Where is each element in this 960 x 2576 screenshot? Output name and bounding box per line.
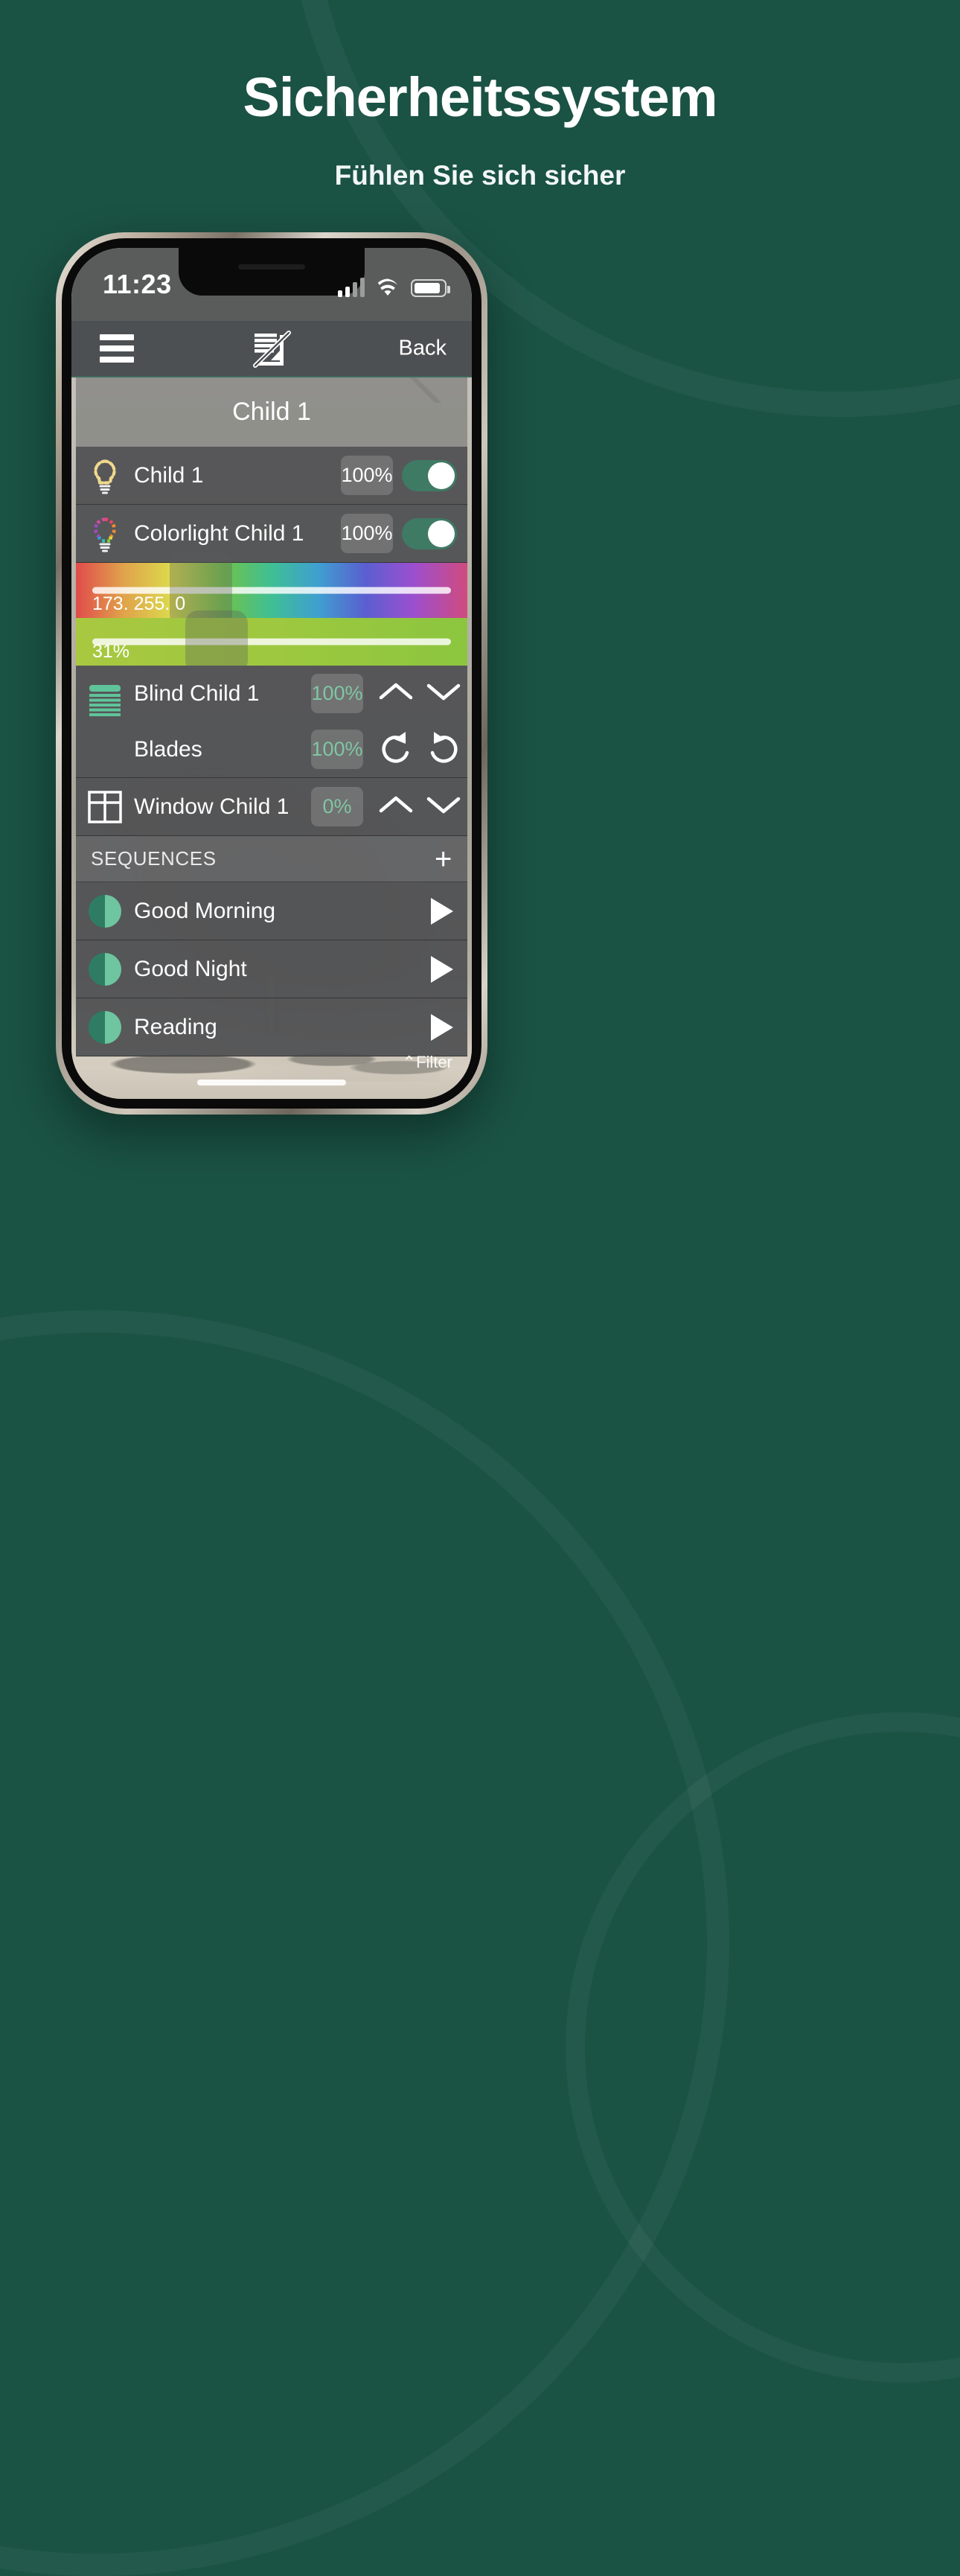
- battery-icon: [411, 279, 450, 297]
- chevron-down-icon[interactable]: [420, 792, 467, 821]
- app-nav-bar: Back: [71, 321, 472, 377]
- blind-value-badge[interactable]: 100%: [311, 674, 363, 713]
- blind-icon: [76, 666, 134, 777]
- sequence-name: Good Night: [134, 956, 247, 981]
- wifi-icon: [375, 278, 400, 297]
- window-row[interactable]: Window Child 1 0%: [76, 778, 467, 836]
- play-icon[interactable]: [415, 895, 467, 928]
- rotate-right-icon[interactable]: [420, 730, 467, 768]
- filter-text: Filter: [416, 1053, 452, 1071]
- rotate-left-icon[interactable]: [372, 730, 420, 768]
- cellular-signal-icon: [338, 278, 365, 297]
- sequence-row[interactable]: Good Night: [76, 940, 467, 998]
- blind-label: Blind Child 1: [134, 680, 260, 706]
- sequence-row[interactable]: Reading: [76, 998, 467, 1056]
- pie-progress-icon: [76, 893, 134, 929]
- window-label: Window Child 1: [134, 794, 289, 819]
- filter-caret-icon: ⌃: [402, 1053, 417, 1071]
- filter-label[interactable]: ⌃Filter: [403, 1053, 452, 1072]
- device-name: Child 1: [134, 462, 204, 488]
- pie-progress-icon: [76, 1010, 134, 1045]
- window-value-badge[interactable]: 0%: [311, 787, 363, 826]
- chevron-down-icon[interactable]: [420, 679, 467, 708]
- slider-knob[interactable]: [185, 610, 249, 673]
- color-bulb-icon: [76, 514, 134, 553]
- device-value-badge[interactable]: 100%: [341, 456, 393, 495]
- blades-label: Blades: [134, 736, 202, 762]
- hamburger-menu-icon[interactable]: [100, 329, 134, 368]
- card-header-title: Child 1: [76, 377, 467, 447]
- sequences-section-header: SEQUENCES +: [76, 836, 467, 882]
- background-swoosh-3: [566, 1712, 960, 2382]
- device-toggle[interactable]: [402, 459, 457, 491]
- page-subtitle: Fühlen Sie sich sicher: [334, 160, 626, 191]
- device-value-badge[interactable]: 100%: [341, 514, 393, 553]
- blades-value-badge[interactable]: 100%: [311, 730, 363, 769]
- blind-row[interactable]: Blind Child 1 100%: [134, 666, 467, 721]
- home-indicator: [197, 1080, 346, 1085]
- hero-section: Sicherheitssystem Fühlen Sie sich sicher: [0, 0, 960, 191]
- toggle-knob: [428, 462, 455, 489]
- phone-mockup: 11:23 Back Child 1 Child 1 100% Colorlig…: [56, 232, 487, 1115]
- blades-row[interactable]: Blades 100%: [134, 721, 467, 777]
- chevron-up-icon[interactable]: [372, 679, 420, 708]
- back-button[interactable]: Back: [399, 337, 447, 361]
- sequence-row[interactable]: Good Morning: [76, 882, 467, 940]
- color-hue-slider[interactable]: 173. 255. 0: [76, 552, 467, 627]
- window-icon: [76, 788, 134, 826]
- blind-slash-logo-icon[interactable]: [252, 331, 292, 369]
- page-title: Sicherheitssystem: [243, 66, 717, 128]
- earpiece-speaker: [238, 264, 305, 270]
- sequences-title: SEQUENCES: [91, 847, 217, 870]
- pie-progress-icon: [76, 951, 134, 987]
- brightness-slider[interactable]: 31%: [76, 610, 467, 673]
- play-icon[interactable]: [415, 1011, 467, 1044]
- color-rgb-value: 173. 255. 0: [92, 593, 186, 614]
- blind-group: Blind Child 1 100% Blades 100%: [76, 666, 467, 778]
- sequence-name: Good Morning: [134, 898, 276, 923]
- status-icons: [338, 273, 450, 297]
- brightness-value: 31%: [92, 641, 130, 662]
- notch: [179, 248, 365, 296]
- status-bar: 11:23: [71, 248, 472, 321]
- toggle-knob: [428, 520, 455, 547]
- device-toggle[interactable]: [402, 517, 457, 549]
- background-swoosh-2: [0, 1310, 729, 2576]
- yellow-bulb-icon: [76, 456, 134, 495]
- plus-icon[interactable]: +: [435, 844, 452, 874]
- device-row-child1[interactable]: Child 1 100%: [76, 447, 467, 505]
- slider-track: [92, 638, 451, 645]
- app-content: Child 1 Child 1 100% Colorlight Child 1 …: [76, 377, 467, 1056]
- device-name: Colorlight Child 1: [134, 520, 304, 546]
- chevron-up-icon[interactable]: [372, 792, 420, 821]
- phone-screen: 11:23 Back Child 1 Child 1 100% Colorlig…: [71, 248, 472, 1099]
- sequence-name: Reading: [134, 1014, 217, 1039]
- blind-rows: Blind Child 1 100% Blades 100%: [134, 666, 467, 777]
- status-time: 11:23: [103, 269, 172, 299]
- play-icon[interactable]: [415, 953, 467, 986]
- device-row-colorlight[interactable]: Colorlight Child 1 100%: [76, 505, 467, 563]
